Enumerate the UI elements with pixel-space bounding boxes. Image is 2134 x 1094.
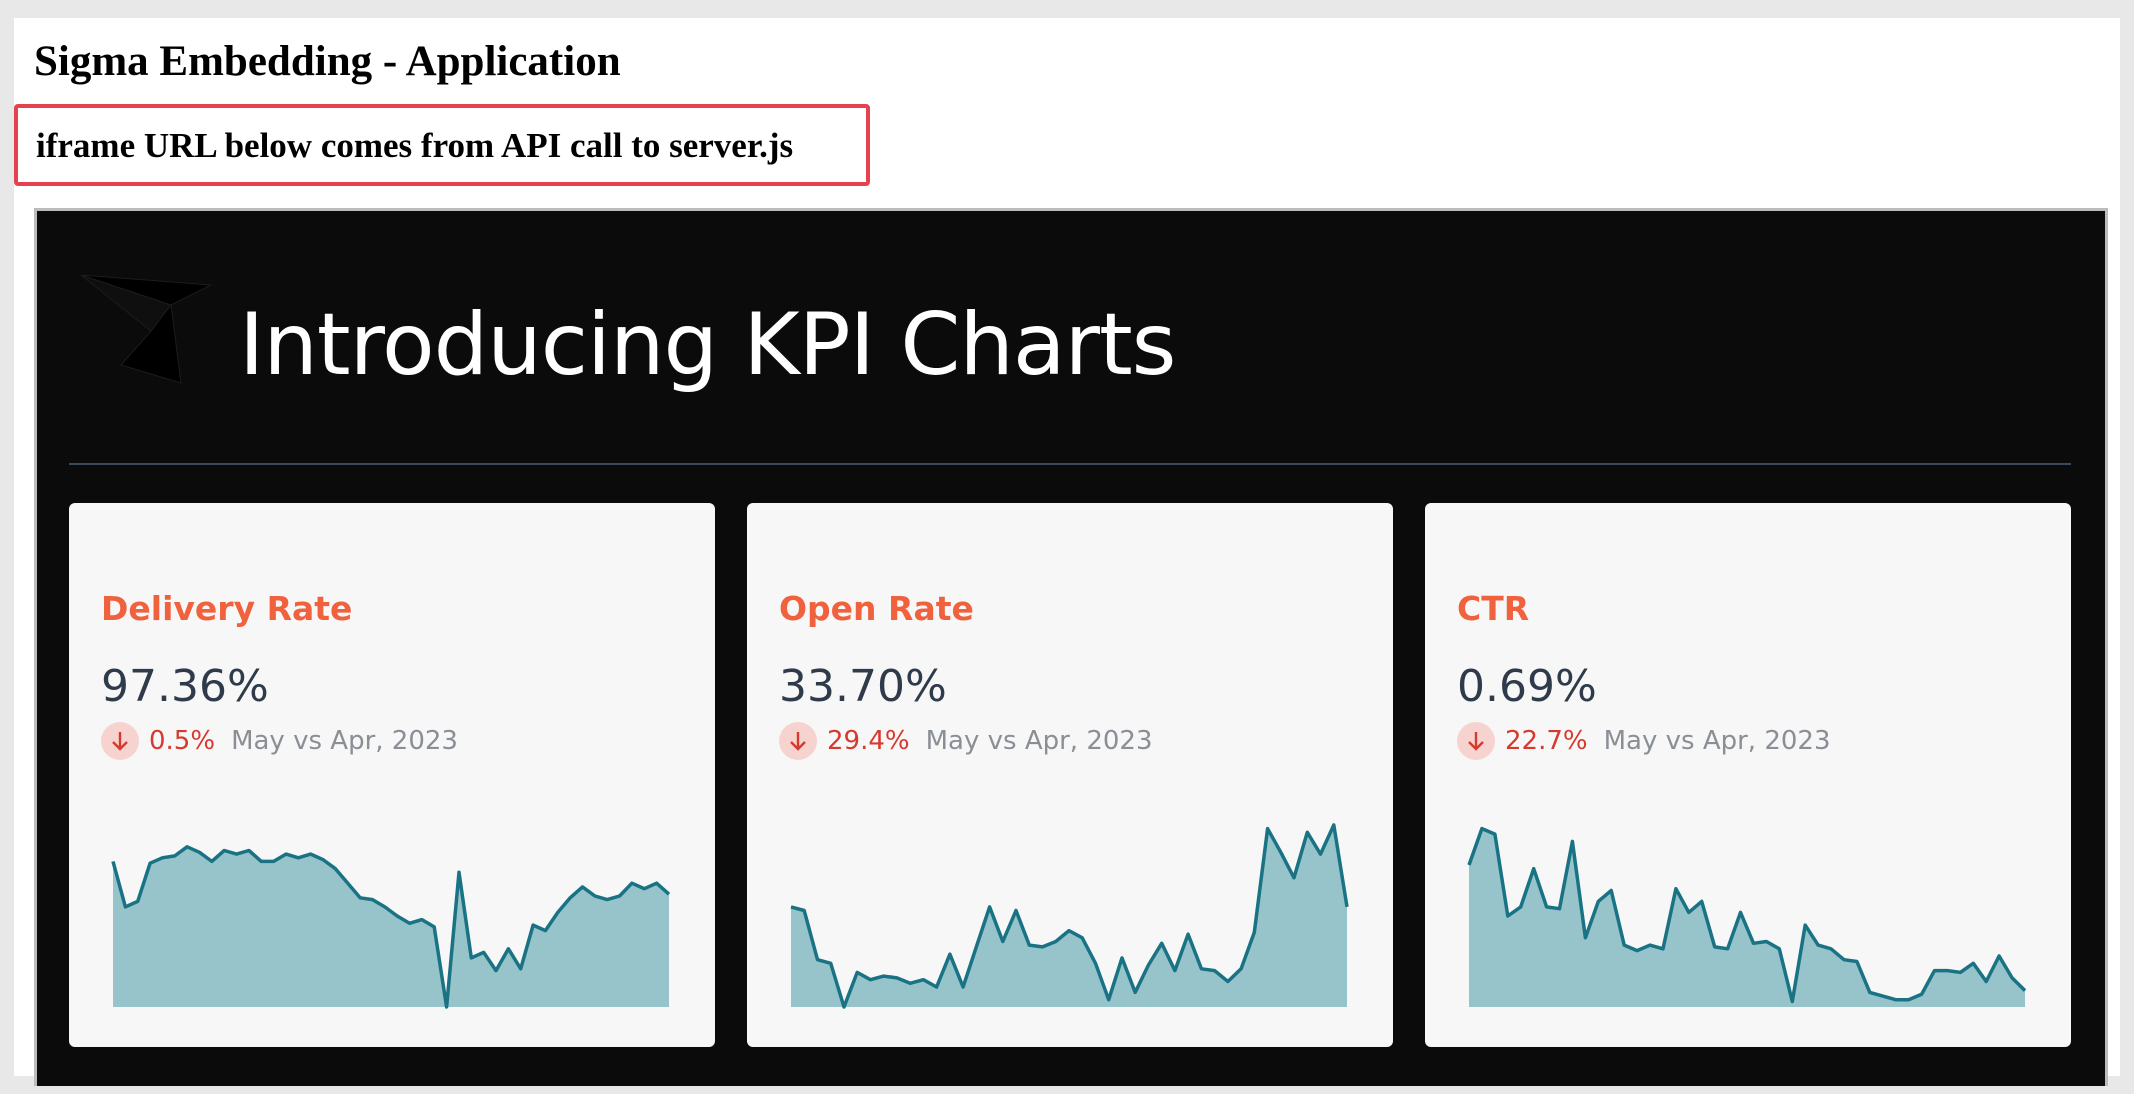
note-highlight-box: iframe URL below comes from API call to … [14, 104, 870, 186]
sparkline-area [113, 846, 669, 1007]
title-divider [69, 463, 2071, 465]
kpi-period: May vs Apr, 2023 [231, 726, 458, 756]
kpi-period: May vs Apr, 2023 [1603, 726, 1831, 756]
arrow-down-icon [779, 722, 817, 760]
embedded-dashboard-iframe[interactable]: Introducing KPI Charts Delivery Rate 97.… [34, 208, 2108, 1086]
kpi-trend: 22.7% May vs Apr, 2023 [1457, 721, 1831, 761]
kpi-change: 22.7% [1505, 726, 1588, 756]
arrow-down-icon [1457, 722, 1495, 760]
kpi-card-open-rate[interactable]: Open Rate 33.70% 29.4% May vs Apr, 2023 [747, 503, 1393, 1047]
arrow-down-icon [101, 722, 139, 760]
kpi-trend: 0.5% May vs Apr, 2023 [101, 721, 458, 761]
kpi-title: CTR [1457, 589, 1530, 628]
kpi-change: 0.5% [149, 726, 216, 756]
sigma-logo-icon [81, 275, 213, 384]
kpi-value: 97.36% [101, 661, 269, 712]
kpi-value: 33.70% [779, 661, 947, 712]
kpi-sparkline [111, 845, 671, 1009]
app-title: Sigma Embedding - Application [34, 38, 621, 85]
host-page: Sigma Embedding - Application iframe URL… [14, 18, 2120, 1086]
kpi-sparkline [1467, 826, 2027, 1007]
kpi-title: Delivery Rate [101, 589, 353, 628]
kpi-card-delivery-rate[interactable]: Delivery Rate 97.36% 0.5% May vs Apr, 20… [69, 503, 715, 1047]
kpi-value: 0.69% [1457, 661, 1597, 712]
kpi-title: Open Rate [779, 589, 974, 628]
kpi-change: 29.4% [827, 726, 910, 756]
iframe-note: iframe URL below comes from API call to … [36, 126, 794, 165]
kpi-card-ctr[interactable]: CTR 0.69% 22.7% May vs Apr, 2023 [1425, 503, 2071, 1047]
kpi-trend: 29.4% May vs Apr, 2023 [779, 721, 1153, 761]
sparkline-area [1469, 828, 2025, 1007]
kpi-sparkline [790, 823, 1349, 1009]
dashboard-title: Introducing KPI Charts [239, 295, 1176, 395]
kpi-period: May vs Apr, 2023 [925, 726, 1153, 756]
